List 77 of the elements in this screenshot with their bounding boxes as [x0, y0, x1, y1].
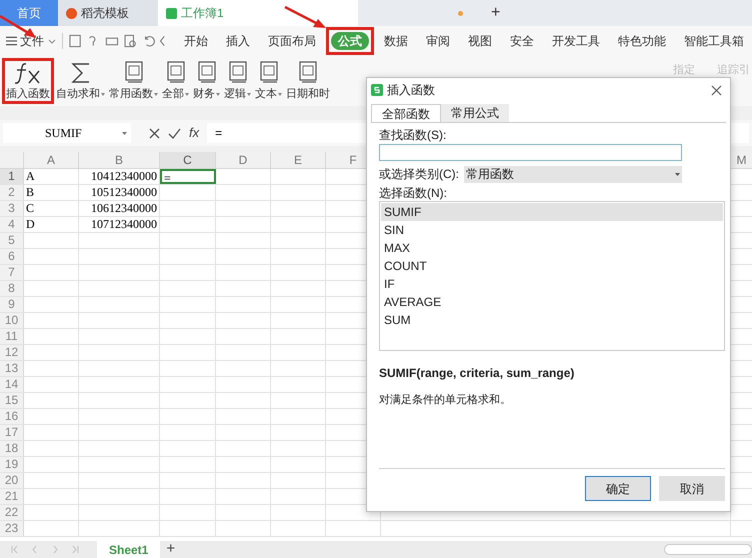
- insert-function-button[interactable]: fx: [189, 123, 200, 143]
- menu-icon[interactable]: [6, 36, 18, 46]
- spreadsheet-logo-icon: [371, 84, 383, 96]
- annotation-arrow: [284, 6, 328, 30]
- menu-tab[interactable]: 视图: [460, 32, 500, 50]
- menu-tab[interactable]: 页面布局: [260, 32, 324, 50]
- search-field[interactable]: [379, 144, 682, 161]
- function-list-item[interactable]: SUMIF: [381, 203, 723, 221]
- ribbon-button[interactable]: 财务: [191, 58, 222, 104]
- dropdown-icon: [122, 132, 127, 134]
- menu-tab[interactable]: 开发工具: [544, 32, 608, 50]
- function-list-item[interactable]: MAX: [381, 239, 723, 257]
- column-header[interactable]: D: [216, 152, 271, 168]
- table-cell[interactable]: 10612340000: [79, 201, 160, 216]
- table-cell[interactable]: =: [160, 169, 216, 184]
- app-tab[interactable]: 稻壳模板: [58, 0, 158, 26]
- name-box[interactable]: SUMIF: [3, 123, 131, 143]
- function-book-icon: [124, 61, 144, 83]
- function-list-item[interactable]: SIN: [381, 221, 723, 239]
- column-header[interactable]: E: [271, 152, 326, 168]
- table-cell[interactable]: 10512340000: [79, 185, 160, 200]
- menu-tab[interactable]: 数据: [376, 32, 416, 50]
- docer-logo-icon: [66, 8, 77, 18]
- menu-tab[interactable]: 安全: [502, 32, 542, 50]
- ribbon-button[interactable]: 全部: [160, 58, 191, 104]
- function-book-icon: [258, 61, 278, 83]
- cancel-icon[interactable]: [149, 128, 160, 138]
- menu-tab[interactable]: 开始: [176, 32, 216, 50]
- menu-tab[interactable]: 智能工具箱: [676, 32, 752, 50]
- dialog-button[interactable]: 确定: [585, 476, 651, 501]
- row-header[interactable]: 1: [0, 169, 24, 184]
- function-description: 对满足条件的单元格求和。: [379, 393, 512, 407]
- dialog-button[interactable]: 取消: [659, 476, 725, 501]
- ribbon-button[interactable]: 日期和时: [284, 58, 332, 104]
- menu-tab[interactable]: 插入: [218, 32, 258, 50]
- ribbon-button[interactable]: 逻辑: [222, 58, 253, 104]
- function-signature: SUMIF(range, criteria, sum_range): [379, 365, 576, 381]
- function-list-item[interactable]: COUNT: [381, 257, 723, 275]
- table-cell[interactable]: A: [24, 169, 79, 184]
- check-icon[interactable]: [168, 128, 181, 138]
- field-label: 查找函数(S):: [379, 127, 448, 143]
- function-list-item[interactable]: AVERAGE: [381, 293, 723, 311]
- dialog-tab[interactable]: 全部函数: [371, 104, 441, 122]
- close-icon: [710, 84, 722, 96]
- ribbon-button[interactable]: 文本: [253, 58, 284, 104]
- column-header[interactable]: M: [731, 152, 752, 168]
- chevron-down-icon: [48, 38, 56, 44]
- dialog-title: 插入函数: [387, 82, 435, 99]
- column-header[interactable]: C: [160, 152, 216, 168]
- column-header[interactable]: A: [24, 152, 79, 168]
- table-cell[interactable]: D: [24, 217, 79, 232]
- function-list-item[interactable]: SUM: [381, 311, 723, 329]
- ribbon-button[interactable]: 插入函数: [2, 58, 54, 104]
- sigma-icon: [70, 61, 92, 85]
- table-cell[interactable]: 10712340000: [79, 217, 160, 232]
- field-label: 或选择类别(C):: [379, 166, 460, 183]
- menu-tab[interactable]: 审阅: [418, 32, 458, 50]
- menu-tab[interactable]: 特色功能: [610, 32, 674, 50]
- table-cell[interactable]: C: [24, 201, 79, 216]
- add-sheet-button[interactable]: +: [166, 538, 176, 558]
- file-menu[interactable]: 文件: [20, 32, 56, 50]
- sheet-tab[interactable]: Sheet1: [97, 541, 160, 558]
- function-book-icon: [196, 61, 216, 83]
- function-book-icon: [166, 61, 186, 83]
- horizontal-scrollbar[interactable]: [664, 544, 752, 555]
- dialog-tab[interactable]: 常用公式: [441, 104, 509, 122]
- function-book-icon: [298, 61, 318, 83]
- function-list-item[interactable]: IF: [381, 275, 723, 293]
- table-cell[interactable]: B: [24, 185, 79, 200]
- dropdown-icon: [675, 172, 680, 176]
- field-label: 选择函数(N):: [379, 185, 448, 201]
- ribbon-button[interactable]: 常用函数: [107, 58, 160, 104]
- category-select[interactable]: 常用函数: [464, 166, 682, 182]
- new-tab-button[interactable]: +: [487, 1, 504, 25]
- spreadsheet-logo-icon: [166, 8, 177, 18]
- ribbon-button[interactable]: 自动求和: [54, 58, 107, 104]
- function-book-icon: [228, 61, 248, 83]
